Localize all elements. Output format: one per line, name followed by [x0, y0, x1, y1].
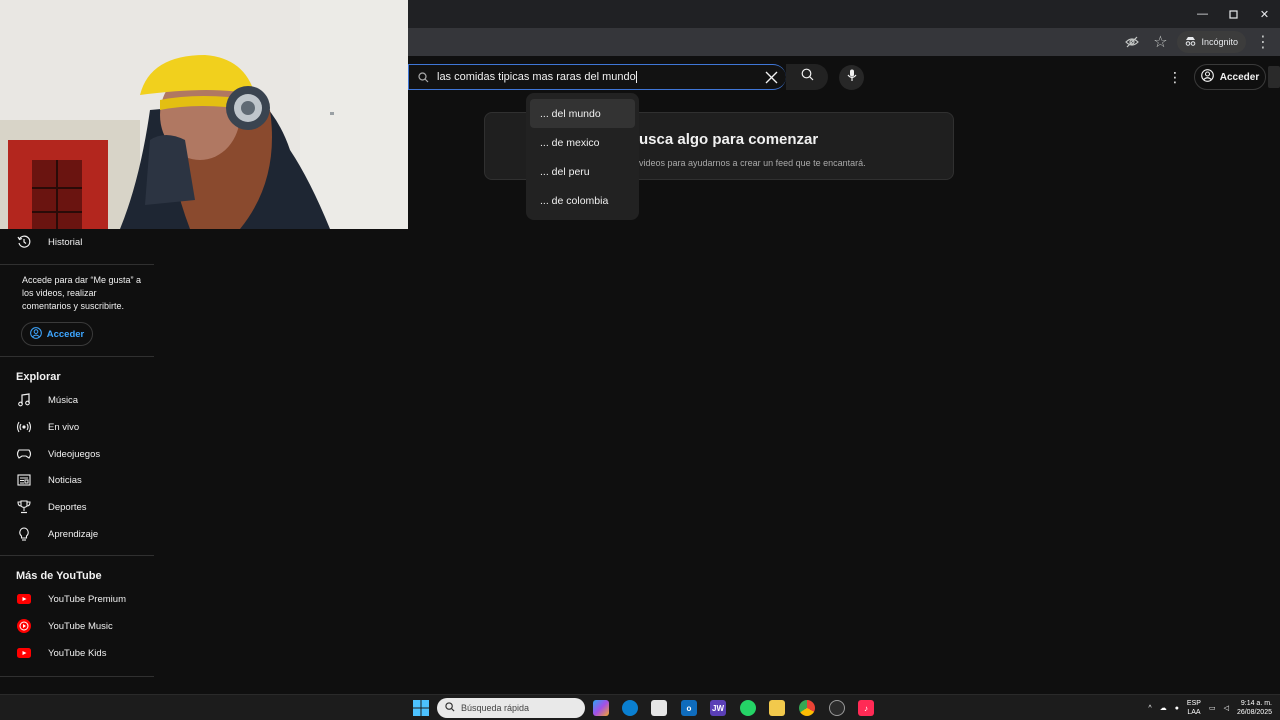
search-query: las comidas tipicas mas raras del mundo: [437, 70, 637, 84]
store-icon[interactable]: [651, 700, 667, 716]
sidebar-item-label: YouTube Music: [48, 620, 113, 632]
taskbar-search[interactable]: Búsqueda rápida: [437, 698, 585, 718]
outlook-icon[interactable]: o: [681, 700, 697, 716]
sidebar-item-label: Noticias: [48, 474, 82, 486]
sidebar-item-youtube-premium[interactable]: YouTube Premium: [0, 586, 154, 612]
windows-taskbar: Búsqueda rápida o JW ♪ ^ ☁ ● ESP LAA ▭ ◁…: [0, 694, 1280, 720]
signin-label: Acceder: [1219, 71, 1260, 83]
restore-icon[interactable]: [1218, 0, 1249, 28]
page-scrollbar[interactable]: [1268, 66, 1280, 88]
settings-gear-icon[interactable]: [829, 700, 845, 716]
sidebar-item-label: YouTube Kids: [48, 647, 107, 659]
sidebar-item-label: Historial: [48, 236, 83, 248]
minimize-icon[interactable]: —: [1187, 0, 1218, 28]
search-suggestions: ... del mundo ... de mexico ... del peru…: [526, 93, 639, 220]
eye-off-icon[interactable]: [1121, 31, 1143, 53]
search-icon: [801, 68, 814, 86]
sidebar-item-live[interactable]: En vivo: [0, 414, 154, 440]
sidebar-item-label: Aprendizaje: [48, 528, 99, 540]
sidebar-item-youtube-music[interactable]: YouTube Music: [0, 613, 154, 639]
network-icon[interactable]: ▭: [1209, 704, 1216, 712]
clear-search-icon[interactable]: [756, 71, 786, 84]
onedrive-icon[interactable]: ☁: [1160, 704, 1167, 712]
tiktok-icon[interactable]: ♪: [858, 700, 874, 716]
copilot-icon[interactable]: [593, 700, 609, 716]
sidebar-signin-button[interactable]: Acceder: [21, 322, 93, 346]
window-controls: — ✕: [1187, 0, 1280, 28]
incognito-label: Incógnito: [1201, 37, 1238, 47]
whatsapp-icon[interactable]: [740, 700, 756, 716]
microphone-icon: [847, 69, 857, 87]
empty-feed-subtitle: videos para ayudarnos a crear un feed qu…: [639, 158, 866, 168]
divider: [0, 264, 154, 265]
clock-date: 26/08/2025: [1236, 709, 1272, 716]
incognito-icon: [1185, 36, 1196, 48]
language-indicator[interactable]: ESP LAA: [1187, 699, 1201, 717]
microphone-icon[interactable]: ●: [1175, 705, 1179, 712]
incognito-badge[interactable]: Incógnito: [1177, 31, 1246, 53]
voice-search-button[interactable]: [839, 65, 864, 90]
suggestion-item[interactable]: ... del mundo: [530, 99, 635, 128]
youtube-music-icon: [0, 619, 48, 633]
divider: [0, 676, 154, 677]
newspaper-icon: [0, 474, 48, 486]
sidebar: Historial Accede para dar “Me gusta” a l…: [0, 229, 154, 691]
sidebar-item-label: Deportes: [48, 501, 87, 513]
sidebar-item-label: Música: [48, 394, 79, 406]
volume-icon[interactable]: ◁: [1224, 704, 1229, 712]
sidebar-item-learning[interactable]: Aprendizaje: [0, 521, 154, 547]
lightbulb-icon: [0, 527, 48, 541]
youtube-premium-icon: [0, 594, 48, 604]
chrome-icon[interactable]: [799, 700, 815, 716]
search-icon: [409, 71, 437, 83]
empty-feed-title: usca algo para comenzar: [639, 131, 819, 148]
gamepad-icon: [0, 448, 48, 460]
sidebar-item-sports[interactable]: Deportes: [0, 494, 154, 520]
signin-promo-text: Accede para dar “Me gusta” a los videos,…: [22, 275, 142, 311]
trophy-icon: [0, 500, 48, 514]
sidebar-item-news[interactable]: Noticias: [0, 467, 154, 493]
signin-label: Acceder: [46, 328, 85, 340]
edge-browser-icon[interactable]: [622, 700, 638, 716]
browser-menu-icon[interactable]: ⋮: [1252, 31, 1274, 53]
bookmark-star-icon[interactable]: ☆: [1149, 31, 1171, 53]
sidebar-item-music[interactable]: Música: [0, 387, 154, 413]
sidebar-item-youtube-kids[interactable]: YouTube Kids: [0, 640, 154, 666]
divider: [0, 555, 154, 556]
file-explorer-icon[interactable]: [769, 700, 785, 716]
account-icon: [1200, 69, 1214, 85]
more-youtube-heading: Más de YouTube: [16, 570, 102, 582]
sidebar-item-label: Videojuegos: [48, 448, 101, 460]
search-button[interactable]: [786, 64, 828, 90]
suggestion-item[interactable]: ... de mexico: [526, 128, 639, 157]
close-window-icon[interactable]: ✕: [1249, 0, 1280, 28]
youtube-kids-icon: [0, 648, 48, 658]
divider: [0, 356, 154, 357]
sidebar-item-gaming[interactable]: Videojuegos: [0, 441, 154, 467]
sidebar-item-label: YouTube Premium: [48, 593, 126, 605]
clock[interactable]: 9:14 a. m. 26/08/2025: [1237, 699, 1272, 717]
windows-start-icon[interactable]: [413, 700, 429, 716]
music-note-icon: [0, 393, 48, 407]
webcam-overlay: [0, 0, 408, 229]
suggestion-item[interactable]: ... del peru: [526, 157, 639, 186]
explore-heading: Explorar: [16, 371, 61, 383]
sidebar-item-label: En vivo: [48, 421, 80, 433]
screen: — ✕ ☆ Incógnito ⋮ las comidas tipicas ma…: [0, 0, 1280, 720]
jw-app-icon[interactable]: JW: [710, 700, 726, 716]
header-signin-button[interactable]: Acceder: [1194, 64, 1266, 90]
clock-time: 9:14 a. m.: [1240, 700, 1272, 707]
settings-more-icon[interactable]: ⋮: [1166, 66, 1184, 88]
history-icon: [0, 235, 48, 249]
suggestion-item[interactable]: ... de colombia: [526, 186, 639, 215]
live-broadcast-icon: [0, 421, 48, 433]
account-icon: [29, 326, 42, 342]
taskbar-search-placeholder: Búsqueda rápida: [461, 703, 530, 713]
system-tray: ^ ☁ ● ESP LAA ▭ ◁ 9:14 a. m. 26/08/2025: [1148, 695, 1272, 720]
search-icon: [445, 702, 455, 714]
sidebar-item-history[interactable]: Historial: [0, 229, 154, 255]
chevron-up-icon[interactable]: ^: [1148, 705, 1151, 712]
search-input[interactable]: las comidas tipicas mas raras del mundo: [408, 64, 786, 90]
